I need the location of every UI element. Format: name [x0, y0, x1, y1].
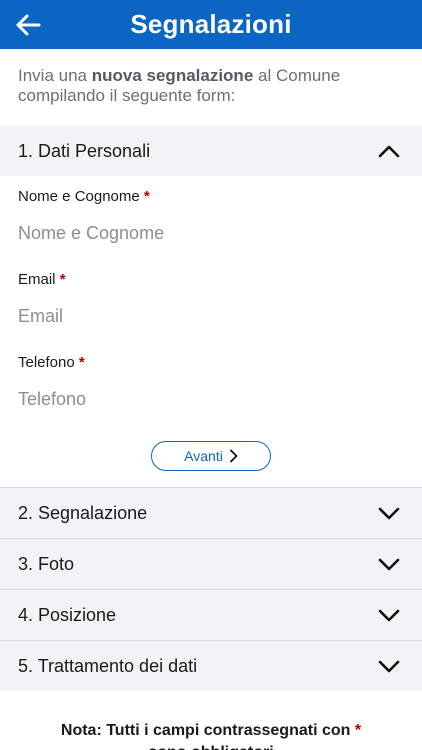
section-label: 3. Foto: [18, 553, 75, 574]
section-trattamento-dati[interactable]: 5. Trattamento dei dati: [0, 641, 422, 691]
name-label: Nome e Cognome *: [18, 188, 150, 205]
section-segnalazione[interactable]: 2. Segnalazione: [0, 488, 422, 538]
name-input[interactable]: [18, 219, 404, 247]
next-button[interactable]: Avanti: [151, 441, 271, 471]
chevron-down-icon: [378, 660, 400, 673]
section-dati-personali[interactable]: 1. Dati Personali: [0, 126, 422, 176]
section-label: 1. Dati Personali: [18, 140, 151, 161]
back-button[interactable]: [14, 12, 42, 38]
required-note: Nota: Tutti i campi contrassegnati con *…: [60, 722, 362, 750]
section-foto[interactable]: 3. Foto: [0, 539, 422, 589]
next-button-label: Avanti: [184, 448, 223, 464]
app-header: Segnalazioni: [0, 0, 422, 49]
chevron-down-icon: [378, 507, 400, 520]
section-label: 2. Segnalazione: [18, 502, 148, 523]
chevron-up-icon: [378, 145, 400, 158]
email-input[interactable]: [18, 302, 404, 330]
phone-input[interactable]: [18, 385, 404, 413]
email-label: Email *: [18, 271, 66, 288]
phone-label: Telefono *: [18, 354, 85, 371]
intro-text: Invia una nuova segnalazione al Comune c…: [18, 66, 341, 105]
section-label: 5. Trattamento dei dati: [18, 655, 198, 676]
required-mark: *: [59, 271, 66, 288]
chevron-down-icon: [378, 558, 400, 571]
chevron-down-icon: [378, 609, 400, 622]
required-mark: *: [78, 354, 85, 371]
chevron-right-icon: [229, 449, 238, 463]
section-posizione[interactable]: 4. Posizione: [0, 590, 422, 640]
required-mark: *: [143, 188, 150, 205]
section-label: 4. Posizione: [18, 604, 117, 625]
page-title: Segnalazioni: [130, 9, 292, 39]
required-mark: *: [354, 722, 362, 739]
arrow-left-icon: [16, 14, 41, 36]
